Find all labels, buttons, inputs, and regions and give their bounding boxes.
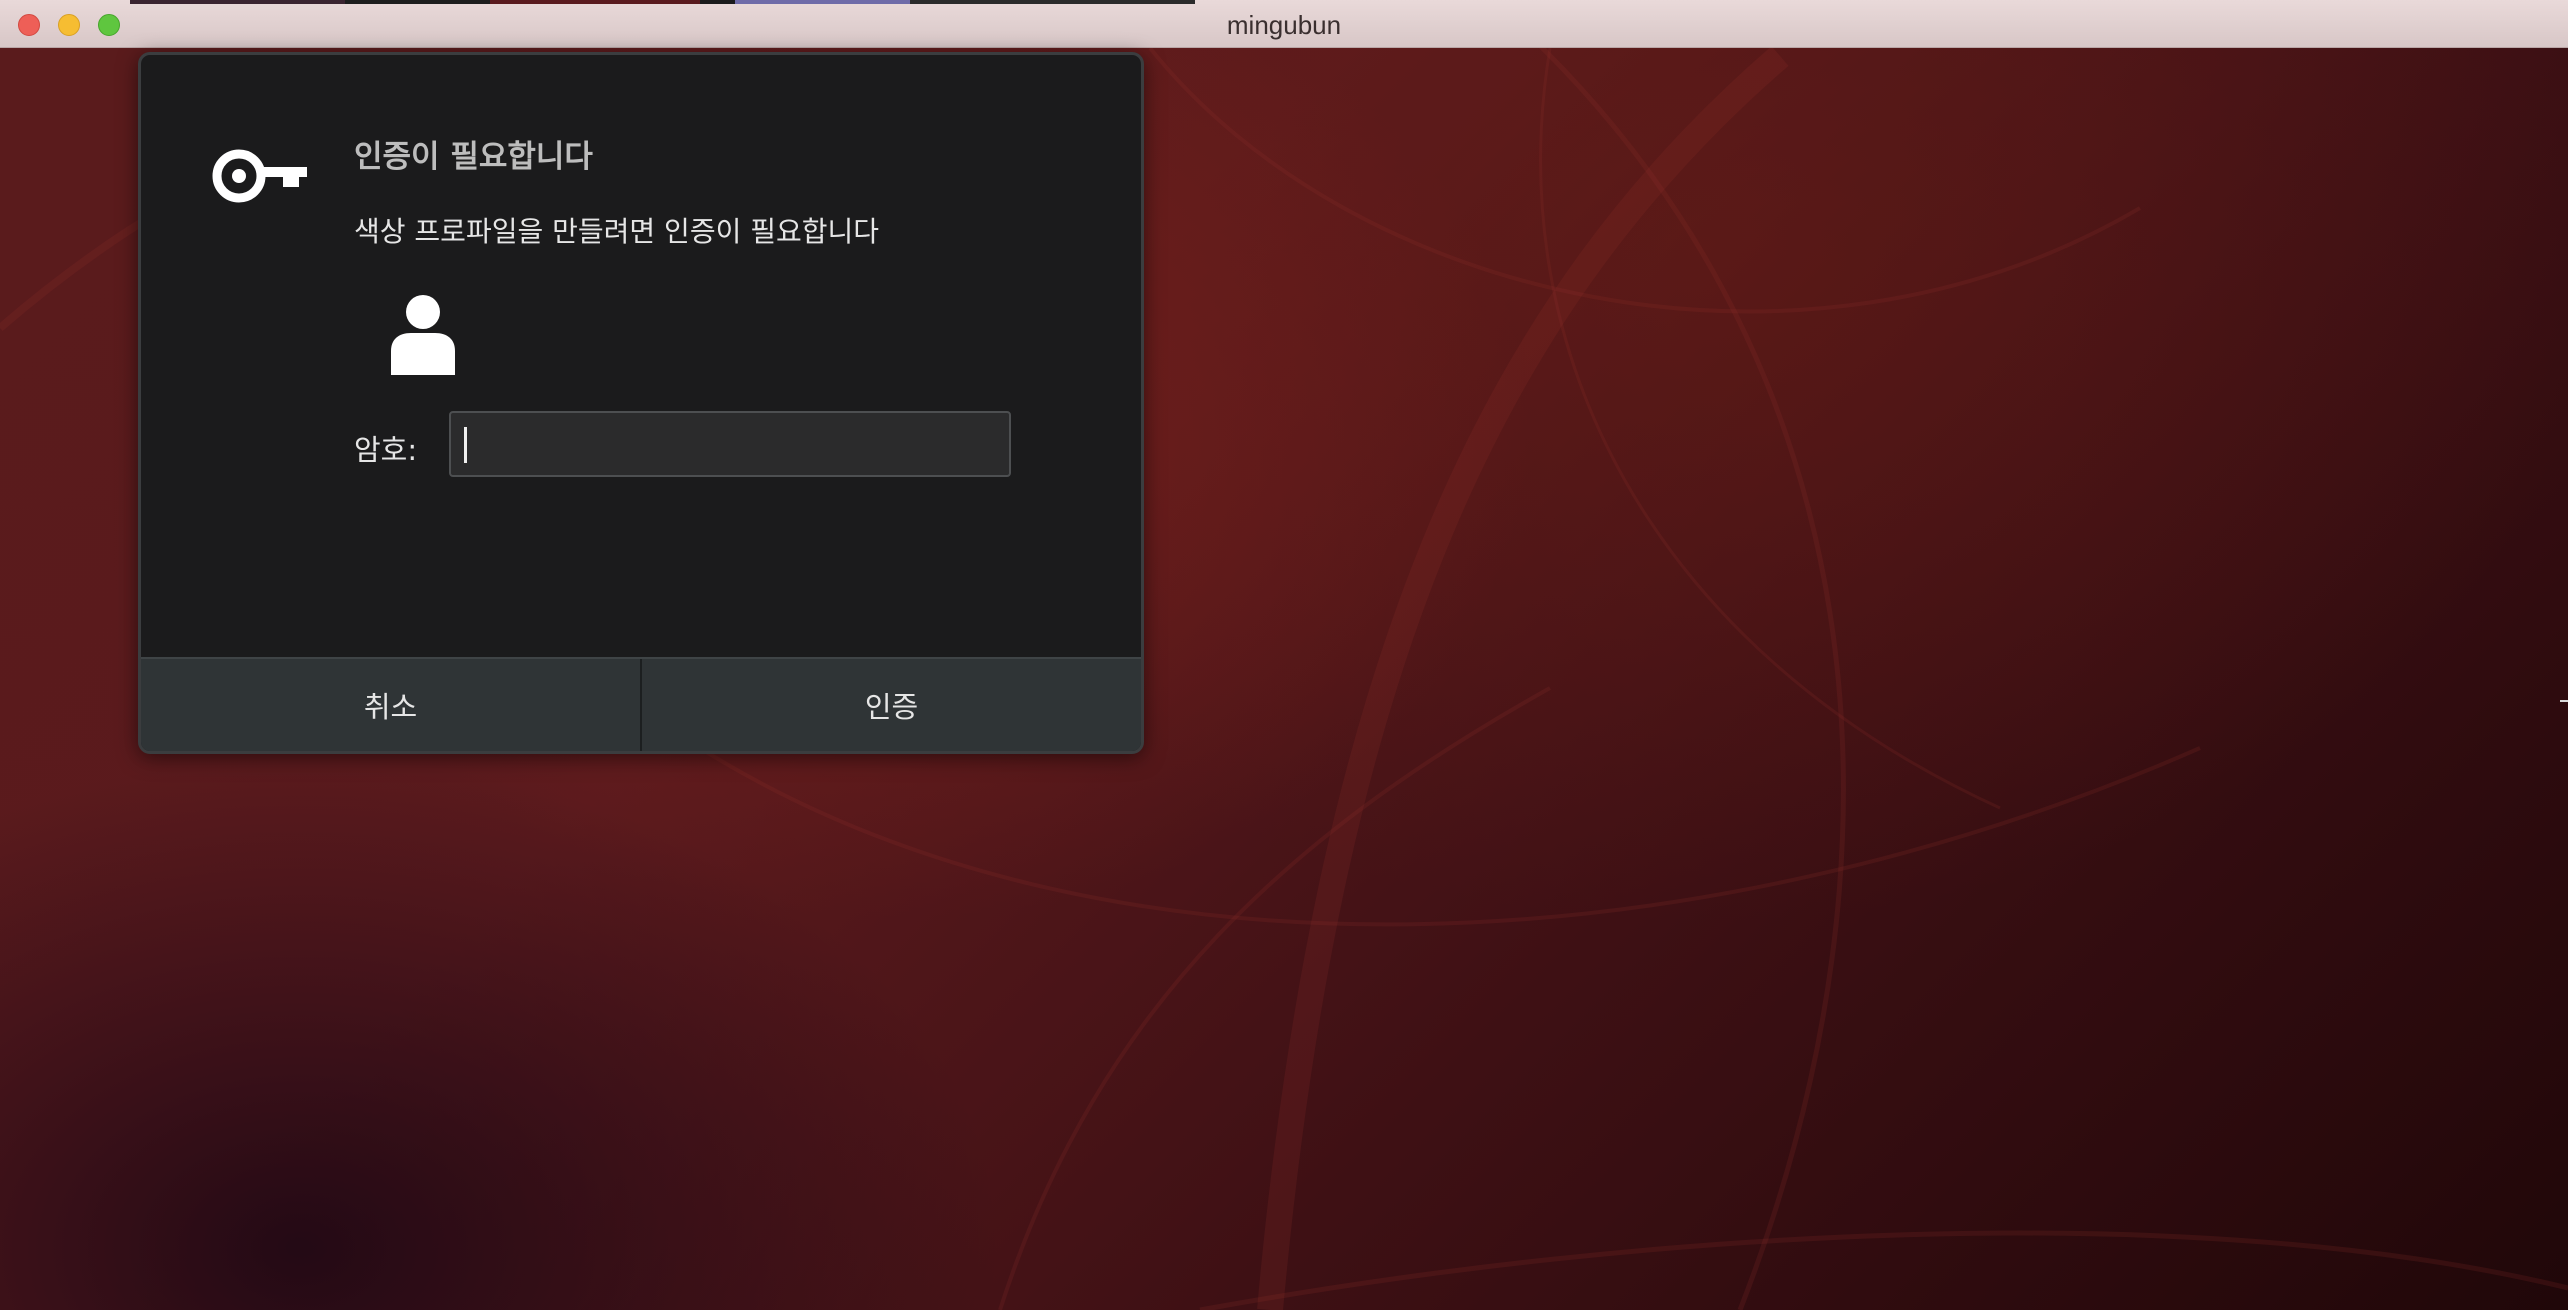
app-window: mingubun 인증이 필요합니다 색상 프로파일을 만들려면 인증이 필요합…: [0, 0, 2568, 1310]
cancel-button[interactable]: 취소: [141, 659, 642, 751]
user-icon: [391, 295, 455, 375]
password-label: 암호:: [354, 433, 418, 467]
key-icon: [212, 149, 307, 203]
title-bar-strip: [735, 0, 910, 4]
dialog-button-bar: 취소 인증: [141, 657, 1141, 751]
title-bar-strip: [130, 0, 345, 4]
title-bar-strip: [700, 0, 735, 4]
dialog-title: 인증이 필요합니다: [354, 139, 593, 175]
title-bar-strip: [490, 0, 700, 4]
password-input[interactable]: [449, 411, 1011, 477]
title-bar-strip: [910, 0, 1195, 4]
screen-edge-mark: [2560, 700, 2568, 702]
title-bar[interactable]: mingubun: [0, 0, 2568, 48]
authenticate-button[interactable]: 인증: [642, 659, 1141, 751]
authentication-dialog: 인증이 필요합니다 색상 프로파일을 만들려면 인증이 필요합니다 암호: 취소…: [138, 52, 1144, 754]
window-title: mingubun: [1226, 10, 1342, 40]
dialog-message: 색상 프로파일을 만들려면 인증이 필요합니다: [354, 215, 880, 248]
title-bar-strip: [345, 0, 490, 4]
text-caret: [464, 427, 467, 463]
